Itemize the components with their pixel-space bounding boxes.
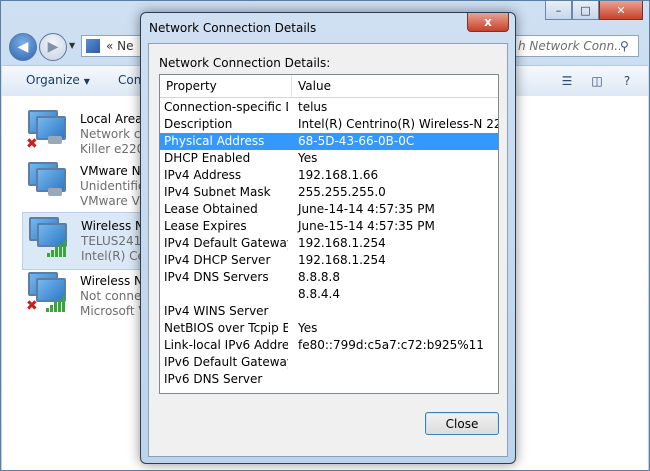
value-cell: June-15-14 4:57:35 PM [298,219,435,233]
close-button[interactable]: Close [425,412,499,435]
property-cell: IPv4 WINS Server [164,304,269,318]
column-header-property[interactable]: Property [166,79,217,93]
connection-status: Unidentifie [80,179,146,193]
table-row[interactable]: 8.8.4.4 [160,286,498,303]
property-cell: IPv6 DNS Server [164,372,263,386]
property-cell: DHCP Enabled [164,151,251,165]
table-row[interactable]: IPv4 Subnet Mask 255.255.255.0 [160,184,498,201]
details-label: Network Connection Details: [159,56,331,70]
table-row[interactable]: NetBIOS over Tcpip En... Yes [160,320,498,337]
dialog-close-button[interactable]: x [467,13,509,32]
connection-device: VMware Vir [80,194,148,208]
cable-icon [48,188,62,196]
column-divider[interactable] [291,75,292,97]
details-listview[interactable]: Property Value Connection-specific DN...… [159,74,499,394]
table-row[interactable]: IPv4 Default Gateway 192.168.1.254 [160,235,498,252]
list-header: Property Value [160,75,498,98]
value-cell: June-14-14 4:57:35 PM [298,202,435,216]
list-item-connection[interactable]: ✖ Local Area C Network ca Killer e2200 [22,106,155,164]
value-cell: 192.168.1.254 [298,253,386,267]
change-view-icon[interactable]: ☰ [556,71,578,91]
column-header-value[interactable]: Value [298,79,331,93]
table-row[interactable]: Lease Obtained June-14-14 4:57:35 PM [160,201,498,218]
table-row[interactable]: Link-local IPv6 Address fe80::799d:c5a7:c… [160,337,498,354]
view-controls: ☰ ◫ ? [556,71,638,91]
disconnected-icon: ✖ [26,298,38,314]
value-cell: Yes [298,151,318,165]
window-close-button[interactable]: ✕ [599,1,643,20]
maximize-button[interactable]: □ [572,1,599,20]
search-icon[interactable]: ⚲ [620,39,638,53]
wireless-adapter-icon [27,217,67,257]
search-placeholder: h Network Conn... [518,39,620,53]
property-cell: Lease Expires [164,219,247,233]
network-adapter-icon [26,162,66,200]
network-folder-icon [86,39,100,53]
table-row[interactable]: IPv4 DNS Servers 8.8.8.8 [160,269,498,286]
value-cell: fe80::799d:c5a7:c72:b925%11 [298,338,484,352]
table-row[interactable]: IPv6 DNS Server [160,371,498,388]
network-adapter-icon: ✖ [26,110,66,152]
dialog-title: Network Connection Details [149,21,317,35]
cable-icon [48,136,62,144]
value-cell: 255.255.255.0 [298,185,386,199]
close-icon: x [484,15,492,29]
property-cell: IPv4 Default Gateway [164,236,288,250]
property-cell: Link-local IPv6 Address [164,338,288,352]
details-rows: Connection-specific DN... telus Descriptio… [160,99,498,388]
value-cell: 192.168.1.66 [298,168,379,182]
list-item-connection[interactable]: Wireless Ne TELUS2410 Intel(R) Centri [22,212,165,270]
help-icon[interactable]: ? [616,71,638,91]
signal-strength-icon [46,296,65,312]
organize-label: Organize [26,73,80,87]
list-item-connection[interactable]: VMware Ne Unidentifie VMware Vir [22,158,152,216]
property-cell: IPv4 DNS Servers [164,270,269,284]
network-connection-details-dialog: Network Connection Details x Network Con… [140,12,516,464]
table-row[interactable]: Physical Address 68-5D-43-66-0B-0C [160,133,498,150]
arrow-right-icon: ▶ [47,39,59,55]
connection-name: VMware Ne [80,164,148,178]
value-cell: telus [298,100,328,114]
list-item-connection[interactable]: ✖ Wireless Ne Not connec Microsoft V [22,268,152,326]
table-row[interactable]: DHCP Enabled Yes [160,150,498,167]
property-cell: IPv4 Address [164,168,242,182]
table-row[interactable]: Connection-specific DN... telus [160,99,498,116]
property-cell: Connection-specific DN... [164,100,288,114]
table-row[interactable]: IPv6 Default Gateway [160,354,498,371]
property-cell: IPv6 Default Gateway [164,355,288,369]
property-cell: Lease Obtained [164,202,258,216]
property-cell: NetBIOS over Tcpip En... [164,321,288,335]
table-row[interactable]: Lease Expires June-15-14 4:57:35 PM [160,218,498,235]
table-row[interactable]: IPv4 DHCP Server 192.168.1.254 [160,252,498,269]
chevron-down-icon: ▼ [83,77,90,86]
table-row[interactable]: Description Intel(R) Centrino(R) Wireless… [160,116,498,133]
search-input[interactable]: h Network Conn... ⚲ [513,35,639,57]
value-cell: Yes [298,321,318,335]
recent-pages-dropdown[interactable]: ▼ [69,41,75,50]
value-cell: 68-5D-43-66-0B-0C [298,134,415,148]
signal-strength-icon [47,241,66,257]
property-cell: Physical Address [164,134,265,148]
table-row[interactable]: IPv4 Address 192.168.1.66 [160,167,498,184]
dialog-body: Network Connection Details: Property Val… [148,43,508,457]
value-cell: 8.8.8.8 [298,270,340,284]
forward-button[interactable]: ▶ [39,33,67,61]
preview-pane-icon[interactable]: ◫ [586,71,608,91]
value-cell: 192.168.1.254 [298,236,386,250]
property-cell: Description [164,117,233,131]
table-row[interactable]: IPv4 WINS Server [160,303,498,320]
value-cell: Intel(R) Centrino(R) Wireless-N 2230 [298,117,499,131]
value-cell: 8.8.4.4 [298,287,340,301]
property-cell: IPv4 DHCP Server [164,253,271,267]
arrow-left-icon: ◀ [17,39,29,55]
address-text: « Ne [106,39,134,53]
disconnected-icon: ✖ [26,136,38,152]
property-cell: IPv4 Subnet Mask [164,185,271,199]
window-caption-buttons: – □ ✕ [545,1,643,20]
organize-menu[interactable]: Organize ▼ [26,73,90,87]
wireless-adapter-icon: ✖ [26,272,66,314]
back-button[interactable]: ◀ [9,33,37,61]
minimize-button[interactable]: – [545,1,572,20]
